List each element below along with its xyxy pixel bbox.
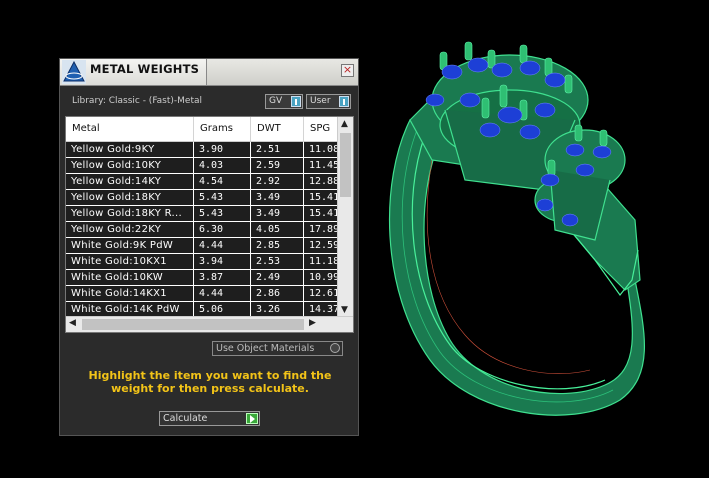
- cell-metal: Yellow Gold:18KY: [66, 190, 194, 205]
- cell-grams: 5.43: [194, 190, 251, 205]
- scroll-left-icon[interactable]: ◀: [69, 318, 76, 328]
- cell-metal: White Gold:14KX1: [66, 286, 194, 301]
- close-icon[interactable]: ×: [341, 64, 354, 77]
- cell-metal: Yellow Gold:18KY R...: [66, 206, 194, 221]
- horizontal-scrollbar[interactable]: ◀ ▶: [66, 316, 353, 332]
- cell-grams: 4.44: [194, 286, 251, 301]
- column-header-metal[interactable]: Metal: [66, 117, 194, 141]
- cell-grams: 3.87: [194, 270, 251, 285]
- table-row[interactable]: Yellow Gold:18KY R... 5.43 3.49 15.41: [66, 206, 339, 222]
- cell-grams: 6.30: [194, 222, 251, 237]
- cell-grams: 4.44: [194, 238, 251, 253]
- cell-grams: 5.06: [194, 302, 251, 317]
- column-header-dwt[interactable]: DWT: [251, 117, 304, 141]
- cell-grams: 3.94: [194, 254, 251, 269]
- table-row[interactable]: Yellow Gold:22KY 6.30 4.05 17.89: [66, 222, 339, 238]
- cell-dwt: 4.05: [251, 222, 304, 237]
- library-label: Library: Classic - (Fast)-Metal: [72, 96, 203, 106]
- use-object-materials-label: Use Object Materials: [216, 343, 315, 354]
- table-row[interactable]: White Gold:10KX1 3.94 2.53 11.18: [66, 254, 339, 270]
- user-toggle[interactable]: User: [306, 94, 351, 109]
- metal-table[interactable]: Metal Grams DWT SPG Yellow Gold:9KY 3.90 2…: [65, 116, 354, 333]
- cell-dwt: 2.51: [251, 142, 304, 157]
- table-row[interactable]: Yellow Gold:14KY 4.54 2.92 12.88: [66, 174, 339, 190]
- cell-dwt: 2.49: [251, 270, 304, 285]
- panel-title: METAL WEIGHTS: [90, 62, 200, 76]
- cell-grams: 5.43: [194, 206, 251, 221]
- calculate-label: Calculate: [163, 413, 208, 424]
- use-object-materials-option[interactable]: Use Object Materials: [212, 341, 343, 356]
- hint-text: Highlight the item you want to find the …: [88, 369, 332, 395]
- cell-dwt: 3.26: [251, 302, 304, 317]
- metal-weights-panel: METAL WEIGHTS × Library: Classic - (Fast…: [59, 58, 359, 436]
- toggle-knob-icon: [291, 96, 301, 107]
- cell-metal: Yellow Gold:22KY: [66, 222, 194, 237]
- cell-dwt: 2.86: [251, 286, 304, 301]
- table-row[interactable]: White Gold:14KX1 4.44 2.86 12.61: [66, 286, 339, 302]
- scroll-up-icon[interactable]: ▲: [341, 119, 348, 129]
- cell-metal: White Gold:9K PdW: [66, 238, 194, 253]
- table-row[interactable]: Yellow Gold:10KY 4.03 2.59 11.45: [66, 158, 339, 174]
- vertical-scrollbar[interactable]: ▲ ▼: [337, 117, 353, 316]
- cell-grams: 3.90: [194, 142, 251, 157]
- play-arrow-icon: [246, 413, 258, 424]
- table-row[interactable]: White Gold:10KW 3.87 2.49 10.99: [66, 270, 339, 286]
- cell-dwt: 2.92: [251, 174, 304, 189]
- scroll-right-icon[interactable]: ▶: [309, 318, 316, 328]
- cell-dwt: 3.49: [251, 206, 304, 221]
- ring-model[interactable]: [370, 30, 670, 450]
- horizontal-scroll-thumb[interactable]: [82, 319, 304, 330]
- cell-metal: Yellow Gold:9KY: [66, 142, 194, 157]
- vertical-scroll-thumb[interactable]: [340, 133, 351, 197]
- scroll-down-icon[interactable]: ▼: [341, 305, 348, 315]
- cell-dwt: 2.59: [251, 158, 304, 173]
- gv-toggle-label: GV: [269, 96, 283, 106]
- table-row[interactable]: Yellow Gold:9KY 3.90 2.51 11.08: [66, 142, 339, 158]
- toggle-knob-icon: [339, 96, 349, 107]
- ring-app-logo-icon: [62, 60, 86, 84]
- table-header: Metal Grams DWT SPG: [66, 117, 337, 142]
- cell-metal: White Gold:10KX1: [66, 254, 194, 269]
- gv-toggle[interactable]: GV: [265, 94, 303, 109]
- cell-metal: White Gold:10KW: [66, 270, 194, 285]
- user-toggle-label: User: [310, 96, 331, 106]
- cell-dwt: 2.53: [251, 254, 304, 269]
- cell-metal: Yellow Gold:10KY: [66, 158, 194, 173]
- table-row[interactable]: White Gold:9K PdW 4.44 2.85 12.59: [66, 238, 339, 254]
- column-header-grams[interactable]: Grams: [194, 117, 251, 141]
- cell-dwt: 3.49: [251, 190, 304, 205]
- cell-dwt: 2.85: [251, 238, 304, 253]
- radio-icon[interactable]: [330, 343, 340, 353]
- table-row[interactable]: Yellow Gold:18KY 5.43 3.49 15.41: [66, 190, 339, 206]
- cell-metal: White Gold:14K PdW: [66, 302, 194, 317]
- cell-metal: Yellow Gold:14KY: [66, 174, 194, 189]
- cell-grams: 4.54: [194, 174, 251, 189]
- calculate-button[interactable]: Calculate: [159, 411, 260, 426]
- cell-grams: 4.03: [194, 158, 251, 173]
- panel-titlebar[interactable]: METAL WEIGHTS ×: [60, 59, 358, 86]
